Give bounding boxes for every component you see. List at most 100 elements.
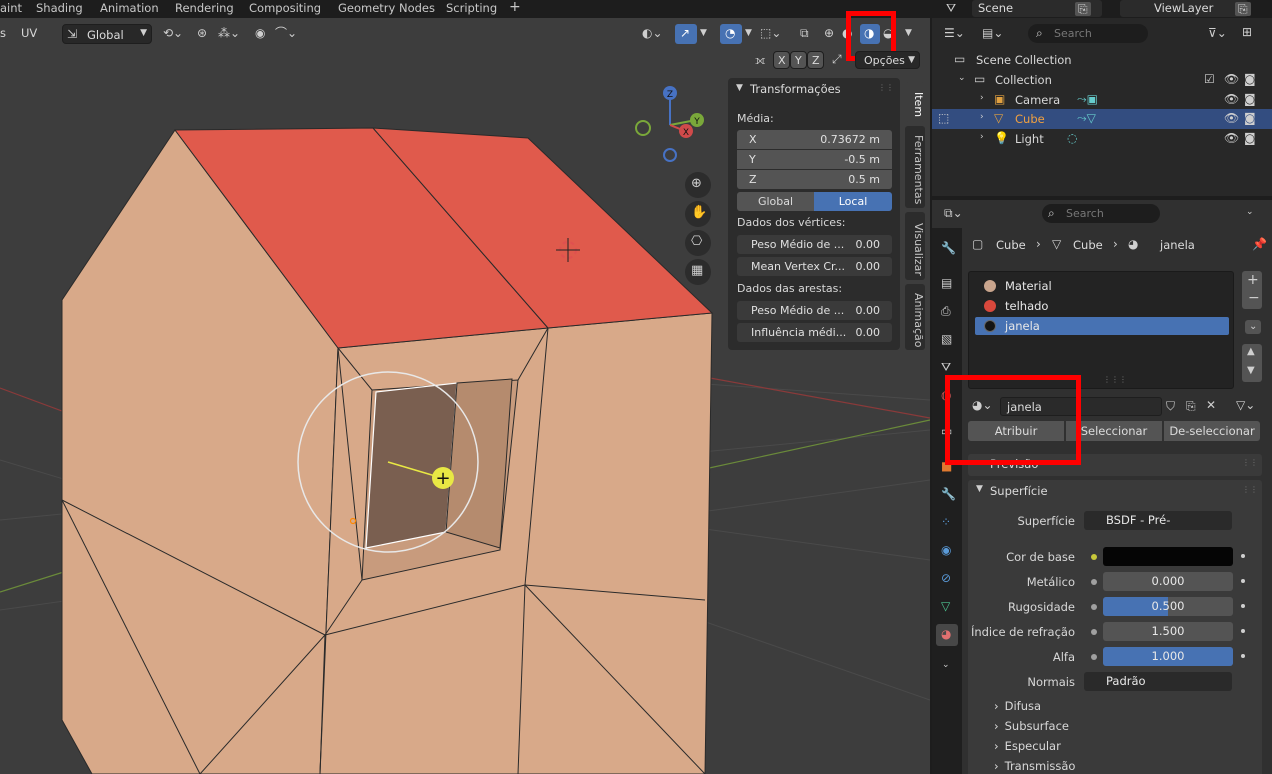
material-slot-list[interactable]: Material telhado janela ⋮⋮⋮ xyxy=(968,271,1234,389)
uv-menu[interactable]: UV xyxy=(21,26,37,40)
chevron-down-icon[interactable]: ⌄ xyxy=(958,74,966,83)
list-item[interactable]: Material xyxy=(975,277,1229,295)
visibility-icon[interactable]: ◐⌄ xyxy=(642,27,663,39)
options-sync-icon[interactable]: ⤢ xyxy=(832,53,842,65)
tab-data[interactable]: ▽ xyxy=(936,596,958,618)
tab-item[interactable]: Item xyxy=(905,82,925,122)
editor-type-icon[interactable]: ⧉⌄ xyxy=(944,207,963,219)
tab-view-layer[interactable]: ▧ xyxy=(936,329,958,351)
eye-icon[interactable]: 👁 xyxy=(1224,93,1239,105)
alpha-slider[interactable]: 1.000 xyxy=(1103,647,1233,666)
camera-view-button[interactable]: ⎔ xyxy=(685,230,711,256)
ior-slider[interactable]: 1.500 xyxy=(1103,622,1233,641)
drag-handle-icon[interactable]: ⋮⋮ xyxy=(1242,486,1258,494)
slot-specials-icon[interactable]: ⌄ xyxy=(1245,320,1262,334)
vertex-bevel-weight-field[interactable]: Peso Médio de ... 0.00 xyxy=(737,235,892,254)
tab-compositing[interactable]: Compositing xyxy=(249,1,321,15)
chevron-right-icon[interactable]: › xyxy=(980,133,984,142)
pivot-icon[interactable]: ⟲⌄ xyxy=(163,27,183,39)
xray-icon[interactable]: ⧉ xyxy=(800,27,809,39)
tab-render[interactable]: ▤ xyxy=(936,273,958,295)
tab-constraints[interactable]: ⊘ xyxy=(936,568,958,590)
axis-z-toggle[interactable]: Z xyxy=(807,51,824,69)
pin-icon[interactable]: 📌 xyxy=(1252,238,1267,250)
close-icon[interactable]: ✕ xyxy=(1206,399,1216,411)
render-camera-icon[interactable]: ◙ xyxy=(1244,93,1256,105)
outliner-item-light[interactable]: › 💡 Light ◌ 👁 ◙ xyxy=(932,129,1272,149)
ortho-toggle-button[interactable]: ▦ xyxy=(685,259,711,285)
surface-shader-select[interactable]: BSDF - Pré-fundame... xyxy=(1084,511,1232,530)
chevron-right-icon[interactable]: › xyxy=(980,94,984,103)
base-color-swatch[interactable] xyxy=(1103,547,1233,566)
list-item[interactable]: telhado xyxy=(975,297,1229,315)
keyframe-dot-icon[interactable] xyxy=(1241,554,1245,558)
chevron-down-icon[interactable]: ⌄ xyxy=(1246,208,1254,217)
eye-icon[interactable]: 👁 xyxy=(1224,132,1239,144)
snap-icon[interactable]: ⊛ xyxy=(197,27,207,39)
deselect-button[interactable]: De-seleccionar xyxy=(1164,421,1260,441)
header-mode-label[interactable]: s xyxy=(0,26,6,40)
orientation-select[interactable]: ⇲ Global ▼ xyxy=(62,24,152,44)
normals-select[interactable]: Padrão xyxy=(1084,672,1232,691)
keyframe-dot-icon[interactable] xyxy=(1241,579,1245,583)
tab-texture-paint[interactable]: aint xyxy=(0,1,22,15)
tab-modifiers[interactable]: 🔧 xyxy=(936,484,958,506)
transform-section-title[interactable]: Transformações xyxy=(750,82,841,96)
median-y-field[interactable]: Y -0.5 m xyxy=(737,150,892,169)
outliner-item-camera[interactable]: › ▣ Camera ⤳▣ 👁 ◙ xyxy=(932,90,1272,110)
tab-output[interactable]: ⎙ xyxy=(936,301,958,323)
drag-handle-icon[interactable]: ⋮⋮ xyxy=(878,84,894,92)
mesh-data-icon[interactable]: ⤳▽ xyxy=(1077,112,1096,124)
tab-shading[interactable]: Shading xyxy=(36,1,83,15)
collection-row[interactable]: ⌄ ▭ Collection ☑ 👁 ◙ xyxy=(932,70,1272,90)
overlay-toggle[interactable]: ◔ xyxy=(720,24,742,44)
metallic-slider[interactable]: 0.000 xyxy=(1103,572,1233,591)
list-item[interactable]: janela xyxy=(975,317,1229,335)
new-collection-icon[interactable]: ⊞ xyxy=(1242,26,1252,38)
display-mode-icon[interactable]: ▤⌄ xyxy=(982,27,1003,39)
chevron-down-icon[interactable]: ▼ xyxy=(745,29,752,38)
chevron-down-icon[interactable]: ▼ xyxy=(700,29,707,38)
mesh-edit-overlay-icon[interactable]: ⬚⌄ xyxy=(760,27,781,39)
subpanel-subsurface[interactable]: › Subsurface xyxy=(994,719,1069,733)
editor-type-icon[interactable]: ☰⌄ xyxy=(944,27,965,39)
space-local-button[interactable]: Local xyxy=(814,192,892,211)
fake-user-icon[interactable]: ⛉ xyxy=(1166,400,1175,412)
axis-x-toggle[interactable]: X xyxy=(773,51,790,69)
mirror-icon[interactable]: ⟗ xyxy=(755,54,766,66)
snap-target-icon[interactable]: ⁂⌄ xyxy=(218,27,240,39)
window-face[interactable] xyxy=(365,382,458,549)
link-mesh-icon[interactable]: ▽⌄ xyxy=(1236,399,1255,411)
light-data-icon[interactable]: ◌ xyxy=(1067,132,1077,144)
vertex-crease-field[interactable]: Mean Vertex Cr... 0.00 xyxy=(737,257,892,276)
keyframe-dot-icon[interactable] xyxy=(1241,604,1245,608)
chevron-down-icon[interactable]: ⌄ xyxy=(942,661,950,670)
add-workspace-button[interactable]: + xyxy=(509,0,521,15)
chevron-down-icon[interactable]: ▼ xyxy=(905,29,912,38)
checkbox-icon[interactable]: ☑ xyxy=(1204,73,1215,85)
tab-particles[interactable]: ⁘ xyxy=(936,512,958,534)
falloff-icon[interactable]: ⌒⌄ xyxy=(275,27,297,39)
new-viewlayer-icon[interactable]: ⎘ xyxy=(1235,2,1251,16)
remove-slot-icon[interactable]: − xyxy=(1248,291,1260,305)
tab-animation[interactable]: Animação xyxy=(905,284,925,350)
subpanel-specular[interactable]: › Especular xyxy=(994,739,1061,753)
render-camera-icon[interactable]: ◙ xyxy=(1244,132,1256,144)
chevron-right-icon[interactable]: › xyxy=(980,113,984,122)
tab-animation[interactable]: Animation xyxy=(100,1,159,15)
edge-crease-field[interactable]: Influência médi... 0.00 xyxy=(737,323,892,342)
edge-bevel-weight-field[interactable]: Peso Médio de ... 0.00 xyxy=(737,301,892,320)
tab-tool[interactable]: 🔧 xyxy=(936,238,958,260)
pan-button[interactable]: ✋ xyxy=(685,201,711,227)
subpanel-transmission[interactable]: › Transmissão xyxy=(994,759,1075,773)
tab-material[interactable]: ◕ xyxy=(936,624,958,646)
scene-collection-row[interactable]: ▭ Scene Collection xyxy=(932,50,1272,70)
move-up-icon[interactable]: ▲ xyxy=(1247,347,1255,357)
space-global-button[interactable]: Global xyxy=(737,192,814,211)
filter-icon[interactable]: ⊽⌄ xyxy=(1208,27,1227,39)
resize-handle-icon[interactable]: ⋮⋮⋮ xyxy=(1103,376,1127,384)
tab-physics[interactable]: ◉ xyxy=(936,540,958,562)
new-scene-icon[interactable]: ⎘ xyxy=(1075,2,1091,16)
tab-rendering[interactable]: Rendering xyxy=(175,1,234,15)
outliner-item-cube[interactable]: ⬚ › ▽ Cube ⤳▽ 👁 ◙ xyxy=(932,109,1272,129)
